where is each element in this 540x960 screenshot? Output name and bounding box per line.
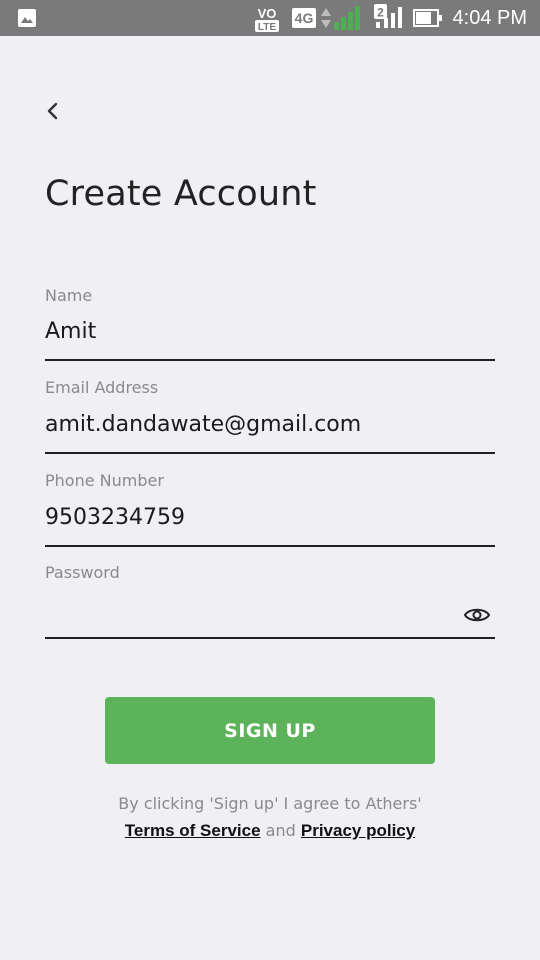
status-time: 4:04 PM [452,7,527,29]
phone-label: Phone Number [45,471,164,490]
name-label: Name [45,286,93,305]
battery-icon [413,9,442,27]
signal-sim1-icon [334,6,360,30]
email-field: Email Address [45,378,495,454]
terms-and-text: and [265,821,296,840]
status-bar: VO LTE 4G 2 4:04 PM [0,0,540,36]
terms-of-service-link[interactable]: Terms of Service [125,821,261,840]
privacy-policy-link[interactable]: Privacy policy [301,821,415,840]
terms-text: By clicking 'Sign up' I agree to Athers' [118,794,422,813]
volte-top-text: VO [258,6,277,21]
password-field: Password [45,563,495,639]
email-label: Email Address [45,378,159,397]
sign-up-button[interactable]: SIGN UP [105,697,435,764]
name-field: Name [45,286,495,362]
name-underline [45,359,495,361]
sim2-label: 2 [377,6,384,20]
gallery-notification-icon [18,9,36,27]
email-underline [45,452,495,454]
chevron-left-icon [47,102,58,120]
back-button[interactable] [36,94,70,128]
password-input[interactable] [45,593,445,629]
volte-icon: VO LTE [255,6,279,33]
page-title: Create Account [45,174,317,214]
volte-bottom-text: LTE [258,22,276,33]
terms-links: Terms of Service and Privacy policy [0,821,540,841]
name-input[interactable] [45,313,495,349]
network-type-badge: 4G [292,8,316,28]
phone-underline [45,545,495,547]
data-activity-icon [321,8,331,28]
email-input[interactable] [45,406,495,442]
phone-field: Phone Number [45,471,495,547]
signal-sim2-icon: 2 [374,4,402,28]
phone-input[interactable] [45,499,495,535]
password-label: Password [45,563,120,582]
password-underline [45,637,495,639]
show-password-eye-icon[interactable] [463,605,491,625]
